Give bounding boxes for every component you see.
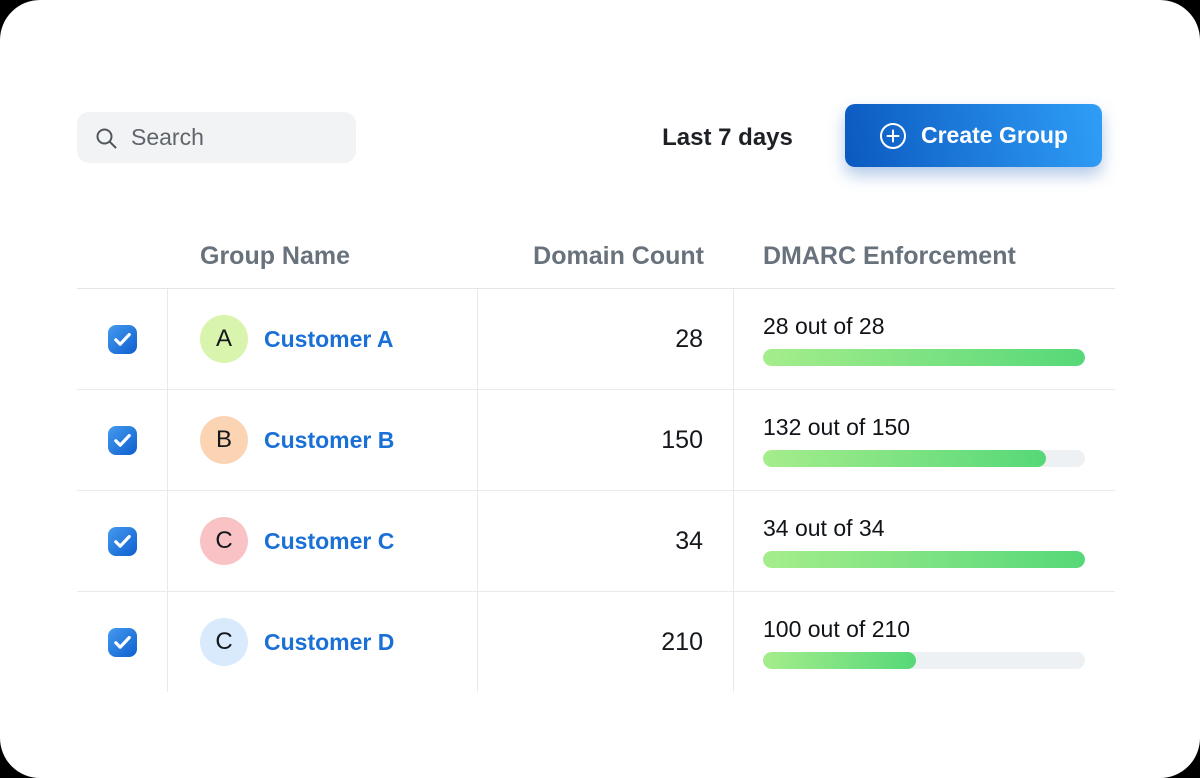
domain-count-value: 28 [478,289,734,389]
search-input[interactable]: Search [77,112,356,163]
enforcement-progress-fill [763,349,1085,366]
dmarc-groups-page: Search Last 7 days Create Group Group Na… [0,0,1200,778]
enforcement-progress-fill [763,652,916,669]
table-row: B Customer B 150 132 out of 150 [77,389,1115,490]
enforcement-label: 100 out of 210 [763,616,910,643]
create-group-label: Create Group [921,122,1068,149]
table-row: C Customer C 34 34 out of 34 [77,490,1115,591]
column-header-dmarc-enforcement: DMARC Enforcement [734,242,1115,271]
table-header-row: Group Name Domain Count DMARC Enforcemen… [77,225,1115,289]
check-icon [114,434,131,447]
avatar-letter: C [215,628,232,656]
domain-count-value: 150 [478,390,734,490]
enforcement-label: 28 out of 28 [763,313,885,340]
avatar: B [200,416,248,464]
group-name-link[interactable]: Customer B [264,427,394,454]
plus-icon [879,122,907,150]
enforcement-progress-fill [763,551,1085,568]
enforcement-label: 132 out of 150 [763,414,910,441]
check-icon [114,535,131,548]
avatar: C [200,517,248,565]
enforcement-progressbar [763,450,1085,467]
create-group-button[interactable]: Create Group [845,104,1102,167]
check-icon [114,333,131,346]
group-name-link[interactable]: Customer A [264,326,394,353]
search-placeholder: Search [131,124,204,151]
avatar: A [200,315,248,363]
domain-count-value: 34 [478,491,734,591]
group-name-link[interactable]: Customer D [264,629,394,656]
enforcement-progressbar [763,652,1085,669]
avatar-letter: A [216,325,232,353]
row-checkbox[interactable] [108,628,137,657]
check-icon [114,636,131,649]
search-icon [94,126,118,150]
groups-table: Group Name Domain Count DMARC Enforcemen… [77,225,1115,692]
column-header-domain-count: Domain Count [478,242,734,271]
enforcement-label: 34 out of 34 [763,515,885,542]
avatar-letter: B [216,426,232,454]
row-checkbox[interactable] [108,426,137,455]
enforcement-progressbar [763,349,1085,366]
group-name-link[interactable]: Customer C [264,528,394,555]
enforcement-progressbar [763,551,1085,568]
table-row: C Customer D 210 100 out of 210 [77,591,1115,692]
row-checkbox[interactable] [108,527,137,556]
enforcement-progress-fill [763,450,1046,467]
row-checkbox[interactable] [108,325,137,354]
table-row: A Customer A 28 28 out of 28 [77,289,1115,389]
avatar-letter: C [215,527,232,555]
column-header-group-name: Group Name [168,242,478,271]
avatar: C [200,618,248,666]
date-range-selector[interactable]: Last 7 days [610,112,845,163]
domain-count-value: 210 [478,592,734,692]
